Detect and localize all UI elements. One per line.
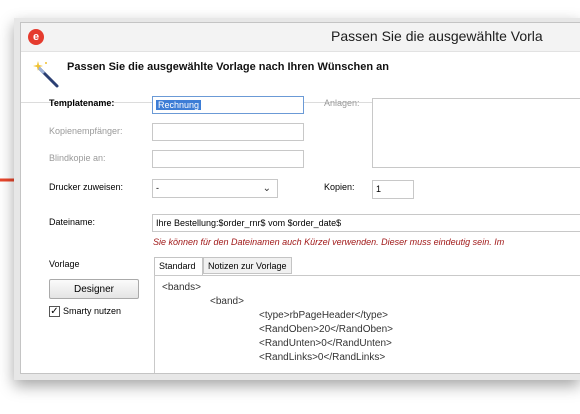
dateiname-label: Dateiname: xyxy=(49,217,96,227)
kopienempfaenger-input[interactable] xyxy=(152,123,304,141)
dateiname-input[interactable]: Ihre Bestellung:$order_rnr$ vom $order_d… xyxy=(152,214,580,232)
designer-button[interactable]: Designer xyxy=(49,279,139,299)
window-title: Passen Sie die ausgewählte Vorla xyxy=(331,28,543,44)
vorlage-label: Vorlage xyxy=(49,259,80,269)
anlagen-textarea[interactable] xyxy=(372,98,580,168)
anlagen-label: Anlagen: xyxy=(324,98,360,108)
kopien-label: Kopien: xyxy=(324,182,355,192)
tab-notizen[interactable]: Notizen zur Vorlage xyxy=(203,257,292,274)
smarty-label: Smarty nutzen xyxy=(63,306,122,316)
dialog-window: e Passen Sie die ausgewählte Vorla Passe… xyxy=(20,22,580,374)
code-line: <RandLinks>0</RandLinks> xyxy=(259,352,386,363)
drucker-value: - xyxy=(156,183,159,193)
app-logo-icon: e xyxy=(28,29,44,45)
kopienempfaenger-label: Kopienempfänger: xyxy=(49,126,123,136)
code-line: <band> xyxy=(210,296,244,307)
dateiname-hint: Sie können für den Dateinamen auch Kürze… xyxy=(153,237,505,247)
templatename-input[interactable]: Rechnung xyxy=(152,96,304,114)
tab-standard[interactable]: Standard xyxy=(154,257,203,275)
magic-wand-icon xyxy=(33,61,59,88)
templatename-label: Templatename: xyxy=(49,98,115,108)
kopien-input[interactable]: 1 xyxy=(372,180,414,199)
drucker-select[interactable]: - ⌄ xyxy=(152,179,278,198)
code-line: <bands> xyxy=(162,282,201,293)
chevron-down-icon: ⌄ xyxy=(262,183,271,194)
blindkopie-input[interactable] xyxy=(152,150,304,168)
smarty-checkbox[interactable]: ✓ xyxy=(49,306,60,317)
dialog-header-text: Passen Sie die ausgewählte Vorlage nach … xyxy=(67,61,389,73)
templatename-value: Rechnung xyxy=(156,100,202,110)
code-line: <RandOben>20</RandOben> xyxy=(259,324,393,335)
blindkopie-label: Blindkopie an: xyxy=(49,153,106,163)
drucker-label: Drucker zuweisen: xyxy=(49,182,124,192)
code-line: <RandUnten>0</RandUnten> xyxy=(259,338,392,349)
code-line: <type>rbPageHeader</type> xyxy=(259,310,388,321)
kopien-value: 1 xyxy=(376,184,382,194)
title-bar: e Passen Sie die ausgewählte Vorla xyxy=(21,23,580,52)
template-code-editor[interactable]: <bands> <band> <type>rbPageHeader</type>… xyxy=(154,275,580,373)
dateiname-value: Ihre Bestellung:$order_rnr$ vom $order_d… xyxy=(156,218,342,228)
checkmark-icon: ✓ xyxy=(50,306,59,317)
